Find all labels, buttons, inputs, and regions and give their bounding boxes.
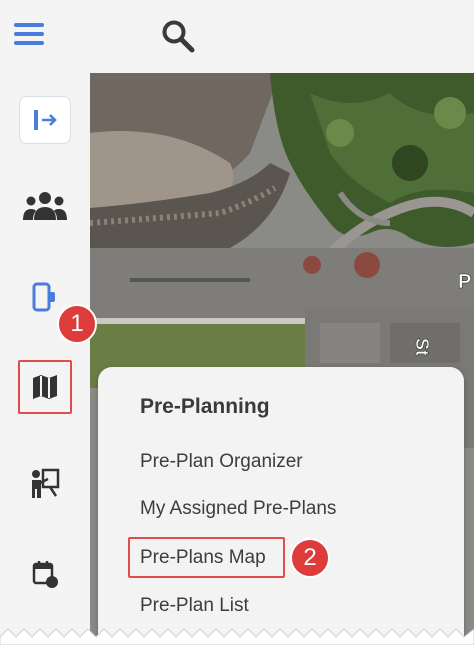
sidebar-item-logout[interactable] xyxy=(0,95,90,145)
pre-plans-map-highlight xyxy=(128,537,285,578)
sidebar-item-presenter[interactable] xyxy=(0,463,90,503)
device-tablet-icon xyxy=(32,282,55,312)
menu-title: Pre-Planning xyxy=(140,395,270,418)
callout-badge-1: 1 xyxy=(57,304,97,344)
logout-arrow-icon[interactable] xyxy=(19,96,71,144)
top-bar xyxy=(0,0,474,73)
pre-planning-menu: Pre-Planning Pre-Plan Organizer My Assig… xyxy=(98,367,464,645)
people-group-icon xyxy=(23,192,67,220)
menu-item-pre-plan-list[interactable]: Pre-Plan List xyxy=(140,595,249,617)
hamburger-menu-icon[interactable] xyxy=(14,23,44,45)
calendar-event-icon xyxy=(32,561,58,588)
map-label-st: St xyxy=(412,338,432,356)
sidebar-item-people[interactable] xyxy=(0,185,90,225)
map-icon xyxy=(33,375,57,399)
callout-badge-2: 2 xyxy=(290,538,330,578)
sidebar-item-calendar[interactable] xyxy=(0,554,90,594)
search-icon[interactable] xyxy=(160,18,198,54)
sidebar xyxy=(0,73,90,645)
map-label-p: P xyxy=(458,271,471,293)
sidebar-item-map[interactable] xyxy=(0,355,90,419)
torn-edge xyxy=(0,629,474,645)
menu-item-pre-plan-organizer[interactable]: Pre-Plan Organizer xyxy=(140,451,303,473)
menu-item-my-assigned-pre-plans[interactable]: My Assigned Pre-Plans xyxy=(140,498,336,520)
map-highlight-box xyxy=(18,360,72,414)
presenter-board-icon xyxy=(32,468,60,498)
